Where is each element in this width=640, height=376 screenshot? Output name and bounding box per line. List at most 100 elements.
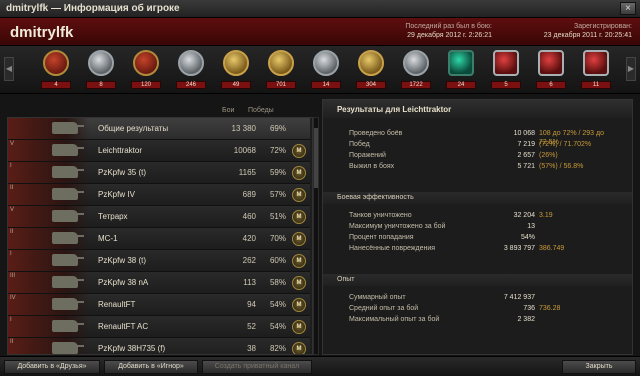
- vehicle-battles: 38: [247, 344, 256, 353]
- stat-value: 10 068: [513, 130, 535, 137]
- medal-count: 49: [221, 81, 251, 89]
- vehicle-wins: 60%: [269, 256, 286, 265]
- tier-label: I: [10, 251, 12, 257]
- last-battle-label: Последний раз был в бою:: [405, 23, 492, 30]
- stat-label: Максимум уничтожено за бой: [349, 223, 446, 230]
- vehicle-row[interactable]: I PzKpfw 38 (t) 262 60% M: [8, 250, 310, 272]
- mastery-badge-icon: M: [292, 144, 306, 158]
- vehicle-row[interactable]: I PzKpfw 35 (t) 1165 59% M: [8, 162, 310, 184]
- vehicle-name: МС-1: [98, 234, 118, 243]
- vehicle-thumbnail: I: [8, 162, 90, 183]
- medal-3[interactable]: 120: [128, 49, 164, 91]
- scout-medal-icon: [358, 50, 384, 76]
- stat-value: 7 412 937: [503, 294, 535, 301]
- tank-icon: [52, 232, 84, 244]
- tier-label: V: [10, 207, 15, 213]
- patrol-duty-medal-icon: [403, 50, 429, 76]
- vehicle-thumbnail: II: [8, 228, 90, 249]
- tank-icon: [52, 298, 84, 310]
- stat-label: Нанесённые повреждения: [349, 245, 436, 252]
- medal-10[interactable]: 24: [443, 49, 479, 91]
- stat-extra: (72%) / 71.702%: [539, 141, 592, 148]
- tank-icon: [52, 342, 84, 354]
- vehicle-name: RenaultFT AC: [98, 322, 149, 331]
- medals-right-arrow-icon[interactable]: ▶: [626, 57, 636, 81]
- vehicle-row[interactable]: I RenaultFT AC 52 54% M: [8, 316, 310, 338]
- tank-icon: [52, 276, 84, 288]
- medal-5[interactable]: 49: [218, 49, 254, 91]
- stat-extra: (57%) / 56.8%: [539, 163, 584, 170]
- vehicle-row[interactable]: II МС-1 420 70% M: [8, 228, 310, 250]
- vehicle-wins: 57%: [269, 190, 286, 199]
- vehicle-list-scrollbar[interactable]: [313, 117, 319, 355]
- scrollbar-thumb[interactable]: [314, 128, 318, 188]
- medal-count: 4: [41, 81, 71, 89]
- close-button[interactable]: Закрыть: [562, 360, 636, 374]
- medals-left-arrow-icon[interactable]: ◀: [4, 57, 14, 81]
- vehicle-wins: 58%: [269, 278, 286, 287]
- medals-bar: ◀ ▶ 4 8 120 246 49 701 14 304 1722 24 5 …: [0, 46, 640, 94]
- vehicle-thumbnail: III: [8, 272, 90, 293]
- tier-label: II: [10, 339, 14, 345]
- vehicle-battles: 13 380: [231, 124, 256, 133]
- stat-label: Суммарный опыт: [349, 294, 406, 301]
- vehicle-name: Тетрарх: [98, 212, 128, 221]
- tank-icon: [52, 210, 84, 222]
- vehicle-name: PzKpfw 38 (t): [98, 256, 147, 265]
- vehicle-thumbnail: IV: [8, 294, 90, 315]
- vehicle-battles: 262: [242, 256, 256, 265]
- close-icon[interactable]: ×: [620, 2, 636, 15]
- tank-class-medal-icon: [88, 50, 114, 76]
- registered-info: Зарегистрирован: 23 декабря 2011 г. 20:2…: [544, 22, 632, 40]
- last-battle-info: Последний раз был в бою: 29 декабря 2012…: [405, 22, 492, 40]
- stat-label: Поражений: [349, 152, 386, 159]
- section-combat-efficiency: Боевая эффективность: [323, 192, 632, 204]
- vehicle-row[interactable]: III PzKpfw 38 nA 113 58% M: [8, 272, 310, 294]
- medal-8[interactable]: 304: [353, 49, 389, 91]
- stat-label: Процент попадания: [349, 234, 414, 241]
- private-channel-button[interactable]: Создать приватный канал: [202, 360, 312, 374]
- tank-icon: [52, 320, 84, 332]
- vehicle-row[interactable]: Общие результаты 13 380 69%: [8, 118, 310, 140]
- tank-icon: [52, 144, 84, 156]
- add-friend-button[interactable]: Добавить в «Друзья»: [4, 360, 100, 374]
- medal-count: 14: [311, 81, 341, 89]
- vehicle-row[interactable]: II PzKpfw IV 689 57% M: [8, 184, 310, 206]
- stat-value: 2 657: [517, 152, 535, 159]
- vehicle-battles: 420: [242, 234, 256, 243]
- vehicle-row[interactable]: IV RenaultFT 94 54% M: [8, 294, 310, 316]
- registered-date: 23 декабря 2011 г. 20:25:41: [543, 32, 632, 39]
- vehicle-wins: 54%: [269, 300, 286, 309]
- tier-label: II: [10, 229, 14, 235]
- vehicle-row[interactable]: II PzKpfw 38H735 (f) 38 82% M: [8, 338, 310, 354]
- medal-count: 120: [131, 81, 161, 89]
- medal-11[interactable]: 5: [488, 49, 524, 91]
- medal-13[interactable]: 11: [578, 49, 614, 91]
- stat-label: Побед: [349, 141, 370, 148]
- last-battle-date: 29 декабря 2012 г. 2:26:21: [407, 32, 492, 39]
- vehicle-wins: 70%: [269, 234, 286, 243]
- stat-value: 736: [523, 305, 535, 312]
- vehicle-battles: 10068: [233, 146, 256, 155]
- vehicle-wins: 82%: [269, 344, 286, 353]
- medal-7[interactable]: 14: [308, 49, 344, 91]
- vehicle-thumbnail: V: [8, 206, 90, 227]
- medal-4[interactable]: 246: [173, 49, 209, 91]
- medal-6[interactable]: 701: [263, 49, 299, 91]
- vehicle-row[interactable]: V Тетрарх 460 51% M: [8, 206, 310, 228]
- medal-count: 11: [581, 81, 611, 89]
- mastery-badge-icon: M: [292, 320, 306, 334]
- mastery-badge-icon: M: [292, 254, 306, 268]
- vehicle-thumbnail: V: [8, 140, 90, 161]
- vehicle-row[interactable]: V Leichttraktor 10068 72% M: [8, 140, 310, 162]
- window-title: dmitrylfk — Информация об игроке: [6, 3, 180, 14]
- title-bar: dmitrylfk — Информация об игроке ×: [0, 0, 640, 18]
- add-ignore-button[interactable]: Добавить в «Игнор»: [104, 360, 198, 374]
- medal-12[interactable]: 6: [533, 49, 569, 91]
- medal-2[interactable]: 8: [83, 49, 119, 91]
- stat-label: Проведено боёв: [349, 130, 403, 137]
- medal-9[interactable]: 1722: [398, 49, 434, 91]
- medal-count: 8: [86, 81, 116, 89]
- medal-1[interactable]: 4: [38, 49, 74, 91]
- registered-label: Зарегистрирован:: [573, 23, 632, 30]
